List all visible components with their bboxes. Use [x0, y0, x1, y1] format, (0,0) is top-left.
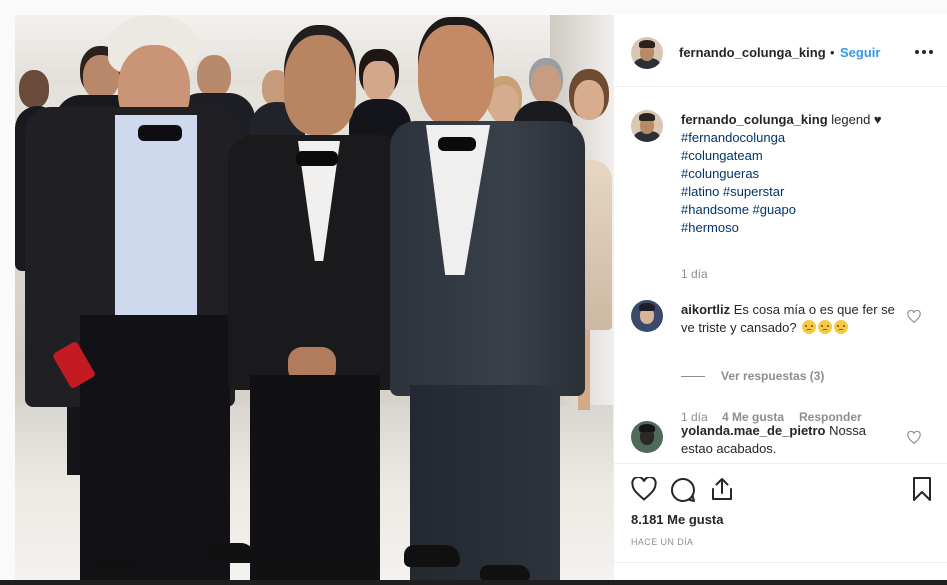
weary-face-emoji	[818, 320, 833, 334]
weary-face-emoji	[802, 320, 817, 334]
person-center-tuxedo	[220, 35, 410, 580]
caption-username[interactable]: fernando_colunga_king	[681, 112, 828, 127]
caption-author-avatar[interactable]	[631, 110, 663, 142]
comments-list[interactable]: fernando_colunga_king legend ♥ #fernando…	[614, 88, 947, 463]
add-comment-area[interactable]	[614, 562, 947, 581]
hashtag-link[interactable]: #colungateam	[681, 147, 931, 165]
hashtag-link[interactable]: #hermoso	[681, 219, 931, 237]
commenter-avatar[interactable]	[631, 421, 663, 453]
hashtag-link[interactable]: #latino #superstar	[681, 183, 931, 201]
post-actions: 8.181 Me gusta HACE UN DÍA	[614, 463, 947, 580]
likes-count[interactable]: 8.181 Me gusta	[631, 512, 724, 527]
os-taskbar-strip	[0, 580, 947, 585]
post-caption: fernando_colunga_king legend ♥ #fernando…	[681, 111, 931, 237]
view-replies-button[interactable]: Ver respuestas (3)	[721, 369, 824, 383]
follow-button[interactable]: Seguir	[840, 45, 880, 60]
post-timestamp[interactable]: HACE UN DÍA	[631, 537, 693, 547]
caption-age[interactable]: 1 día	[681, 267, 708, 281]
share-icon[interactable]	[709, 476, 735, 502]
post-header: fernando_colunga_king • Seguir	[614, 15, 947, 87]
heart-outline-icon[interactable]	[631, 477, 657, 501]
comment-body: aikortliz Es cosa mía o es que fer se ve…	[681, 301, 896, 337]
commenter-username[interactable]: yolanda.mae_de_pietro	[681, 423, 826, 438]
separator-dot: •	[830, 45, 835, 60]
author-avatar[interactable]	[631, 37, 663, 69]
bookmark-icon[interactable]	[911, 476, 933, 502]
more-options-icon[interactable]	[915, 45, 935, 59]
like-comment-heart-icon[interactable]	[907, 310, 921, 323]
person-left-grey-hair	[20, 15, 255, 580]
hashtag-link[interactable]: #colungueras	[681, 165, 931, 183]
hashtag-link[interactable]: #handsome #guapo	[681, 201, 931, 219]
weary-face-emoji	[834, 320, 849, 334]
post-side-panel: fernando_colunga_king • Seguir fernando_…	[613, 15, 947, 580]
commenter-avatar[interactable]	[631, 300, 663, 332]
commenter-username[interactable]: aikortliz	[681, 302, 730, 317]
like-comment-heart-icon[interactable]	[907, 431, 921, 444]
post-photo[interactable]	[15, 15, 613, 580]
author-username[interactable]: fernando_colunga_king	[679, 45, 826, 60]
replies-divider	[681, 376, 705, 377]
hashtag-link[interactable]: #fernandocolunga	[681, 129, 931, 147]
comment-bubble-icon[interactable]	[670, 477, 696, 503]
person-right-dark-suit	[390, 25, 585, 580]
caption-text: legend ♥	[831, 112, 882, 127]
comment-body: yolanda.mae_de_pietro Nossa estao acabad…	[681, 422, 896, 458]
